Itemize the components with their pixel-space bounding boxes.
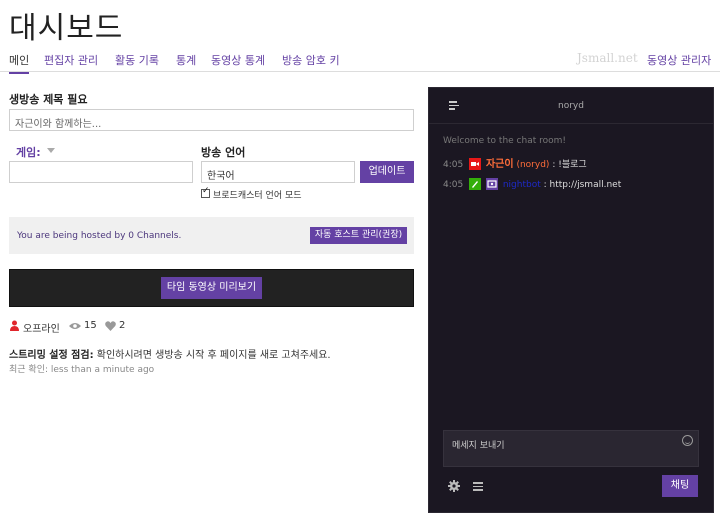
chat-timestamp: 4:05 [443,180,464,190]
broadcaster-language-label: 브로드캐스터 언어 모드 [213,191,302,201]
chat-input-placeholder: 메세지 보내기 [452,441,505,451]
page-title: 대시보드 [9,11,124,46]
chat-message: 4:05 nightbot : http://jsmall.net [443,178,622,190]
chat-send-button[interactable]: 채팅 [662,475,698,497]
bot-badge-icon [485,178,498,190]
chat-header: noryd [429,88,713,124]
stream-status: 오프라인 [23,324,60,335]
chat-welcome: Welcome to the chat room! [443,136,567,146]
stream-title-input[interactable]: 자근이와 함께하는... [9,109,414,131]
eye-icon [69,323,81,329]
last-checked-text: 최근 확인: less than a minute ago [9,365,155,375]
chat-input[interactable]: 메세지 보내기 [443,430,699,467]
chat-text: !블로그 [558,160,587,170]
brand-watermark: Jsmall.net [577,51,638,65]
tab-stream-key[interactable]: 방송 암호 키 [282,52,340,68]
stream-health-label: 스트리밍 설정 점검: [9,350,94,361]
stream-title-label: 생방송 제목 필요 [9,93,88,106]
game-label[interactable]: 게임: [16,144,41,160]
view-count: 15 [84,320,97,331]
language-label: 방송 언어 [201,146,246,159]
user-offline-icon [10,320,19,331]
chat-timestamp: 4:05 [443,160,464,170]
chat-text: http://jsmall.net [549,180,622,190]
chat-room-name: noryd [558,101,584,111]
stream-health-notice: 스트리밍 설정 점검: 확인하시려면 생방송 시작 후 페이지를 새로 고쳐주세… [9,346,331,361]
stream-health-message: 확인하시려면 생방송 시작 후 페이지를 새로 고쳐주세요. [96,350,331,361]
tab-stats[interactable]: 통계 [176,52,196,68]
chat-login: (noryd) [516,160,550,170]
tab-video-stats[interactable]: 동영상 통계 [211,52,265,68]
chat-username[interactable]: 자근이 [486,159,514,170]
tab-activity[interactable]: 활동 기록 [115,52,159,68]
dashboard-nav: 메인 편집자 관리 활동 기록 통계 동영상 통계 방송 암호 키 Jsmall… [0,50,720,74]
language-select[interactable]: 한국어 [201,161,355,183]
chat-message: 4:05 자근이 (noryd) : !블로그 [443,158,587,170]
game-input[interactable] [9,161,193,183]
update-button[interactable]: 업데이트 [360,161,414,183]
list-icon[interactable] [473,482,483,493]
follower-count: 2 [119,320,126,331]
video-preview-bar: 타임 동영상 미리보기 [9,269,414,307]
broadcaster-badge-icon [469,158,482,170]
gear-icon[interactable] [448,480,460,492]
chat-username[interactable]: nightbot [503,180,541,190]
moderator-badge-icon [469,178,482,190]
preview-button[interactable]: 타임 동영상 미리보기 [161,277,262,299]
hosting-status-text: You are being hosted by 0 Channels. [17,231,182,241]
tab-main[interactable]: 메인 [9,52,30,74]
video-manager-link[interactable]: 동영상 관리자 [647,52,711,68]
broadcaster-language-checkbox[interactable] [201,186,210,198]
caret-down-icon[interactable] [47,148,55,153]
auto-host-button[interactable]: 자동 호스트 관리(권장) [310,227,407,244]
tab-editors[interactable]: 편집자 관리 [44,52,98,68]
chat-panel: noryd Welcome to the chat room! 4:05 자근이… [428,87,714,513]
smiley-icon[interactable] [682,435,693,446]
heart-icon [105,321,116,331]
hosting-panel: You are being hosted by 0 Channels. 자동 호… [9,217,414,254]
